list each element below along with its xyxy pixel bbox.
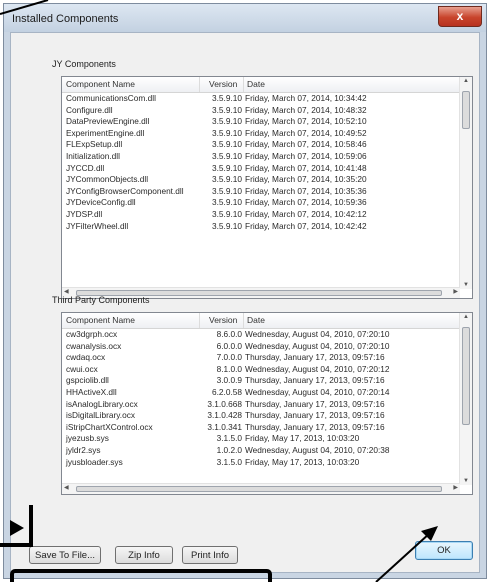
annotation-overlay [0, 0, 438, 582]
annotation-arrow-line [375, 532, 431, 582]
annotation-line-top-left [0, 0, 49, 15]
annotation-arrowhead-left [10, 520, 24, 536]
annotation-box-bottom [10, 569, 272, 582]
